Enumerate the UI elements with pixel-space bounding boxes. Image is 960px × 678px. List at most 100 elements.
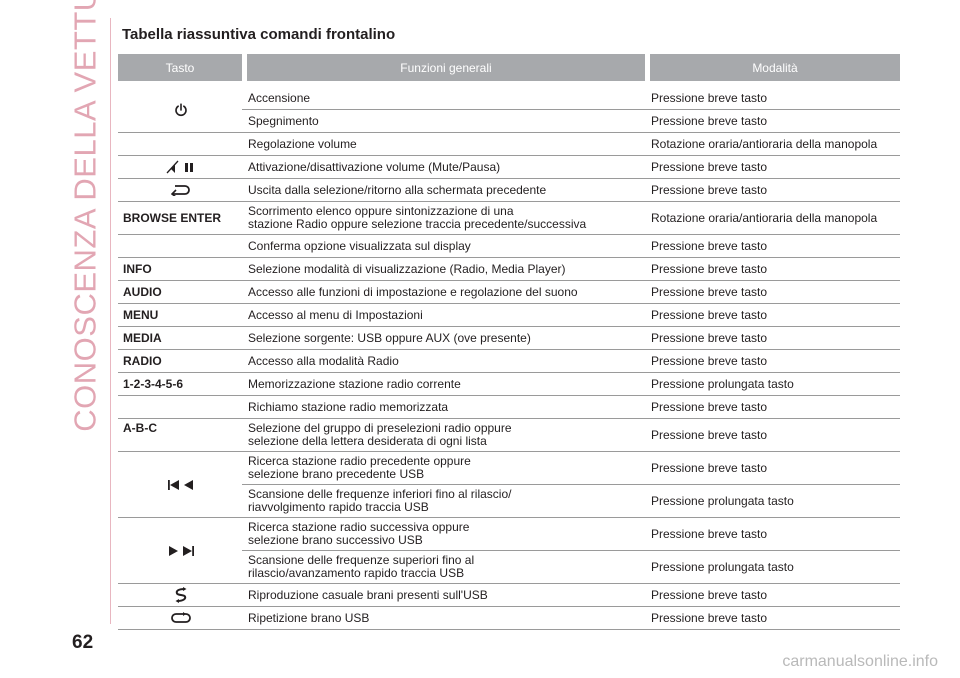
table-row: AUDIO Accesso alle funzioni di impostazi… xyxy=(118,281,900,304)
function-cell: Accesso alla modalità Radio xyxy=(242,350,645,373)
function-cell: Riproduzione casuale brani presenti sull… xyxy=(242,584,645,607)
table-row: BROWSE ENTER Scorrimento elenco oppure s… xyxy=(118,202,900,235)
mode-cell: Pressione prolungata tasto xyxy=(645,551,900,584)
column-header-functions: Funzioni generali xyxy=(242,54,645,81)
function-cell: Spegnimento xyxy=(242,110,645,133)
function-line: selezione brano successivo USB xyxy=(248,533,423,547)
mode-cell: Pressione breve tasto xyxy=(645,584,900,607)
key-cell xyxy=(118,156,242,179)
mode-cell: Rotazione oraria/antioraria della manopo… xyxy=(645,202,900,235)
table-header-row: Tasto Funzioni generali Modalità xyxy=(118,54,900,81)
table-row: Regolazione volume Rotazione oraria/anti… xyxy=(118,133,900,156)
function-line: riavvolgimento rapido traccia USB xyxy=(248,500,429,514)
key-cell xyxy=(118,452,242,518)
key-cell: BROWSE ENTER xyxy=(118,202,242,235)
function-line: Scorrimento elenco oppure sintonizzazion… xyxy=(248,204,514,218)
function-cell: Selezione del gruppo di preselezioni rad… xyxy=(242,419,645,452)
function-cell: Ricerca stazione radio successiva oppure… xyxy=(242,518,645,551)
table-row: MENU Accesso al menu di Impostazioni Pre… xyxy=(118,304,900,327)
table-row: Riproduzione casuale brani presenti sull… xyxy=(118,584,900,607)
table-row: MEDIA Selezione sorgente: USB oppure AUX… xyxy=(118,327,900,350)
table-row: 1-2-3-4-5-6 Memorizzazione stazione radi… xyxy=(118,373,900,396)
key-cell xyxy=(118,518,242,584)
mode-cell: Pressione breve tasto xyxy=(645,304,900,327)
key-cell xyxy=(118,607,242,630)
column-header-key: Tasto xyxy=(118,54,242,81)
function-cell: Accesso alle funzioni di impostazione e … xyxy=(242,281,645,304)
mode-cell: Pressione breve tasto xyxy=(645,350,900,373)
mode-cell: Pressione breve tasto xyxy=(645,235,900,258)
mode-cell: Pressione breve tasto xyxy=(645,156,900,179)
function-line: Scansione delle frequenze superiori fino… xyxy=(248,553,475,567)
table-row: Richiamo stazione radio memorizzata Pres… xyxy=(118,396,900,419)
column-header-mode: Modalità xyxy=(645,54,900,81)
power-icon xyxy=(174,102,188,117)
page-number: 62 xyxy=(72,632,94,653)
mode-cell: Pressione breve tasto xyxy=(645,110,900,133)
table-row: Conferma opzione visualizzata sul displa… xyxy=(118,235,900,258)
mode-cell: Pressione breve tasto xyxy=(645,607,900,630)
mode-cell: Pressione breve tasto xyxy=(645,87,900,110)
function-cell: Regolazione volume xyxy=(242,133,645,156)
key-cell xyxy=(118,133,242,156)
function-cell: Accensione xyxy=(242,87,645,110)
page-title: Tabella riassuntiva comandi frontalino xyxy=(122,26,396,43)
function-cell: Richiamo stazione radio memorizzata xyxy=(242,396,645,419)
function-line: Selezione del gruppo di preselezioni rad… xyxy=(248,421,512,435)
table-row: A-B-C Selezione del gruppo di preselezio… xyxy=(118,419,900,452)
function-line: rilascio/avanzamento rapido traccia USB xyxy=(248,566,465,580)
key-cell xyxy=(118,396,242,419)
key-cell xyxy=(118,584,242,607)
sidebar-section-title: CONOSCENZA DELLA VETTURA xyxy=(68,0,104,432)
mode-cell: Rotazione oraria/antioraria della manopo… xyxy=(645,133,900,156)
function-line: Scansione delle frequenze inferiori fino… xyxy=(248,487,512,501)
shuffle-icon xyxy=(174,587,188,603)
table-row: Attivazione/disattivazione volume (Mute/… xyxy=(118,156,900,179)
mode-cell: Pressione breve tasto xyxy=(645,419,900,452)
table-row: Ricerca stazione radio precedente oppure… xyxy=(118,452,900,518)
commands-table: Tasto Funzioni generali Modalità Accensi… xyxy=(118,54,900,630)
skip-next-icon xyxy=(167,545,195,557)
function-cell: Uscita dalla selezione/ritorno alla sche… xyxy=(242,179,645,202)
key-cell: A-B-C xyxy=(118,419,242,452)
table-row: Uscita dalla selezione/ritorno alla sche… xyxy=(118,179,900,202)
table-row: INFO Selezione modalità di visualizzazio… xyxy=(118,258,900,281)
table-row: Ripetizione brano USB Pressione breve ta… xyxy=(118,607,900,630)
function-cell: Selezione modalità di visualizzazione (R… xyxy=(242,258,645,281)
watermark: carmanualsonline.info xyxy=(782,653,938,670)
function-cell: Accesso al menu di Impostazioni xyxy=(242,304,645,327)
function-cell: Scansione delle frequenze inferiori fino… xyxy=(242,485,645,518)
repeat-icon xyxy=(170,612,192,624)
skip-previous-icon xyxy=(167,479,195,491)
mode-cell: Pressione prolungata tasto xyxy=(645,373,900,396)
mute-pause-icon xyxy=(165,160,197,174)
function-line: selezione brano precedente USB xyxy=(248,467,425,481)
table-row: Accensione Pressione breve tasto xyxy=(118,87,900,133)
function-line: Ricerca stazione radio precedente oppure xyxy=(248,454,471,468)
function-line: selezione della lettera desiderata di og… xyxy=(248,434,487,448)
table-row: Ricerca stazione radio successiva oppure… xyxy=(118,518,900,584)
function-cell: Scorrimento elenco oppure sintonizzazion… xyxy=(242,202,645,235)
key-cell: MENU xyxy=(118,304,242,327)
function-line: stazione Radio oppure selezione traccia … xyxy=(248,217,587,231)
mode-cell: Pressione breve tasto xyxy=(645,179,900,202)
sidebar-divider xyxy=(110,18,111,624)
key-cell: RADIO xyxy=(118,350,242,373)
mode-cell: Pressione prolungata tasto xyxy=(645,485,900,518)
function-cell: Ripetizione brano USB xyxy=(242,607,645,630)
key-cell: INFO xyxy=(118,258,242,281)
function-cell: Conferma opzione visualizzata sul displa… xyxy=(242,235,645,258)
key-cell: 1-2-3-4-5-6 xyxy=(118,373,242,396)
function-cell: Ricerca stazione radio precedente oppure… xyxy=(242,452,645,485)
mode-cell: Pressione breve tasto xyxy=(645,518,900,551)
function-cell: Memorizzazione stazione radio corrente xyxy=(242,373,645,396)
key-cell xyxy=(118,235,242,258)
table-row: RADIO Accesso alla modalità Radio Pressi… xyxy=(118,350,900,373)
mode-cell: Pressione breve tasto xyxy=(645,281,900,304)
function-line: Ricerca stazione radio successiva oppure xyxy=(248,520,470,534)
key-cell xyxy=(118,87,242,133)
mode-cell: Pressione breve tasto xyxy=(645,327,900,350)
back-icon xyxy=(171,184,191,197)
mode-cell: Pressione breve tasto xyxy=(645,396,900,419)
function-cell: Attivazione/disattivazione volume (Mute/… xyxy=(242,156,645,179)
